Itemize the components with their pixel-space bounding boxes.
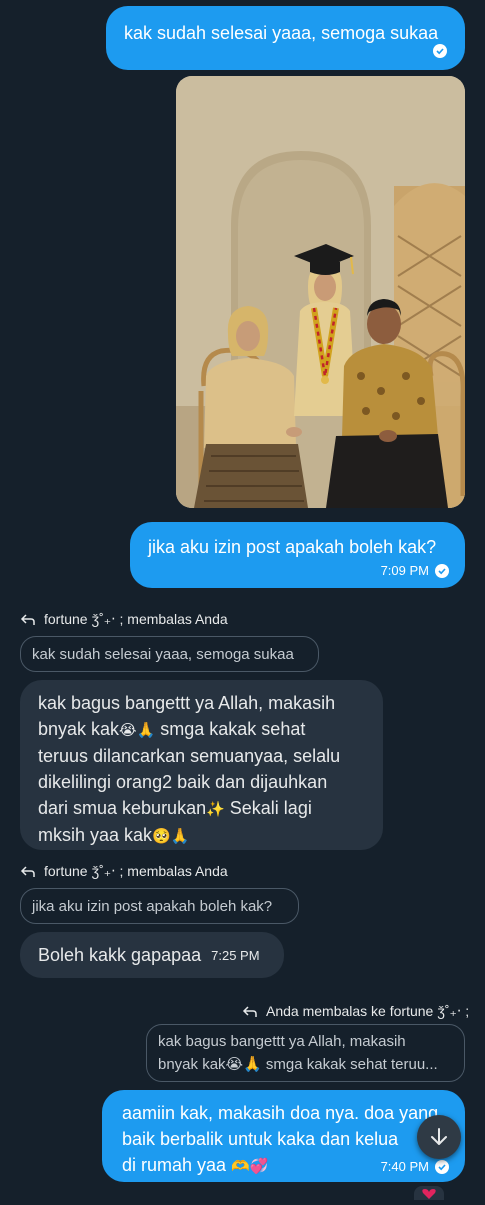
reply-arrow-icon: [20, 613, 35, 625]
scroll-to-bottom-button[interactable]: [417, 1115, 461, 1159]
message-line-text: di rumah yaa: [122, 1155, 227, 1175]
pleading-emoji: 🥺: [152, 827, 171, 845]
message-line: dikelilingi orang2 baik dan dijauhkan: [38, 772, 328, 792]
message-line: mksih yaa kak🥺🙏: [38, 822, 365, 849]
pray-emoji: 🙏: [170, 827, 190, 845]
sent-message-bubble[interactable]: aamiin kak, makasih doa nya. doa yang ba…: [102, 1090, 465, 1182]
crying-emoji: 😭: [119, 721, 137, 739]
received-message-bubble[interactable]: Boleh kakk gapapaa 7:25 PM: [20, 932, 284, 978]
quoted-message[interactable]: jika aku izin post apakah boleh kak?: [20, 888, 299, 924]
checkmark-icon: [435, 1159, 449, 1174]
heart-icon: [422, 1189, 436, 1199]
reply-arrow-icon: [242, 1005, 257, 1017]
sent-message-bubble[interactable]: kak sudah selesai yaaa, semoga sukaa: [106, 6, 465, 70]
heart-hands-emoji: 🫶: [231, 1157, 250, 1175]
message-line: baik berbalik untuk kaka dan kelua: [122, 1129, 399, 1149]
message-time: 7:09 PM: [380, 563, 429, 578]
message-text: Boleh kakk gapapaa: [38, 945, 202, 965]
hearts-emoji: 💞: [249, 1157, 269, 1175]
message-time: 7:25 PM: [211, 947, 260, 963]
quoted-message[interactable]: kak sudah selesai yaaa, semoga sukaa: [20, 636, 319, 672]
received-message-bubble[interactable]: kak bagus bangettt ya Allah, makasih bny…: [20, 680, 383, 850]
quoted-message[interactable]: kak bagus bangettt ya Allah, makasih bny…: [146, 1024, 465, 1082]
sparkles-emoji: ✨: [206, 800, 225, 818]
reply-header-text: fortune ǯ˚₊‧ ; membalas Anda: [44, 863, 228, 879]
message-line: teruus dilancarkan semuanyaa, selalu: [38, 746, 341, 766]
message-line-text: Sekali lagi: [224, 798, 312, 818]
message-text: jika aku izin post apakah boleh kak?: [148, 537, 437, 557]
message-line-text: smga kakak sehat: [155, 719, 306, 739]
sent-message-bubble[interactable]: jika aku izin post apakah boleh kak? 7:0…: [130, 522, 465, 588]
reply-header: Anda membalas ke fortune ǯ˚₊‧ ;: [242, 1003, 469, 1020]
checkmark-icon: [435, 563, 449, 578]
message-meta: 7:09 PM: [381, 563, 449, 578]
message-meta: 7:40 PM: [381, 1159, 449, 1174]
message-line: dari smua keburukan✨ Sekali lagi: [38, 795, 365, 822]
arrow-down-icon: [431, 1128, 447, 1145]
message-line-text: bnyak kak: [38, 719, 120, 739]
reaction-badge[interactable]: [414, 1186, 444, 1200]
quoted-text: kak sudah selesai yaaa, semoga sukaa: [32, 646, 294, 663]
reply-header-text: fortune ǯ˚₊‧ ; membalas Anda: [44, 611, 228, 627]
quoted-text: jika aku izin post apakah boleh kak?: [32, 898, 273, 915]
reply-header: fortune ǯ˚₊‧ ; membalas Anda: [20, 611, 228, 628]
reply-arrow-icon: [20, 865, 35, 877]
checkmark-icon: [433, 44, 447, 58]
message-line-text: dari smua keburukan: [38, 798, 207, 818]
pray-emoji: 🙏: [136, 721, 156, 739]
message-line: aamiin kak, makasih doa nya. doa yang: [122, 1103, 439, 1123]
reply-header: fortune ǯ˚₊‧ ; membalas Anda: [20, 863, 228, 880]
message-text: kak sudah selesai yaaa, semoga sukaa: [124, 23, 439, 43]
reply-header-text: Anda membalas ke fortune ǯ˚₊‧ ;: [266, 1003, 470, 1019]
quoted-text: kak bagus bangettt ya Allah, makasih: [158, 1033, 406, 1050]
message-line: kak bagus bangettt ya Allah, makasih: [38, 693, 336, 713]
pray-emoji: 🙏: [243, 1055, 262, 1073]
message-text: kak bagus bangettt ya Allah, makasih bny…: [38, 690, 365, 849]
quoted-text: bnyak kak😭🙏 smga kakak sehat teruu...: [158, 1053, 453, 1076]
message-time: 7:40 PM: [380, 1159, 429, 1174]
family-graduation-photo: [176, 76, 465, 508]
crying-emoji: 😭: [225, 1055, 244, 1073]
message-line: bnyak kak😭🙏 smga kakak sehat: [38, 716, 365, 743]
shared-photo[interactable]: [176, 76, 465, 508]
quoted-text-part: smga kakak sehat teruu...: [261, 1056, 438, 1073]
message-line-text: mksih yaa kak: [38, 825, 153, 845]
quoted-text-part: bnyak kak: [158, 1056, 226, 1073]
